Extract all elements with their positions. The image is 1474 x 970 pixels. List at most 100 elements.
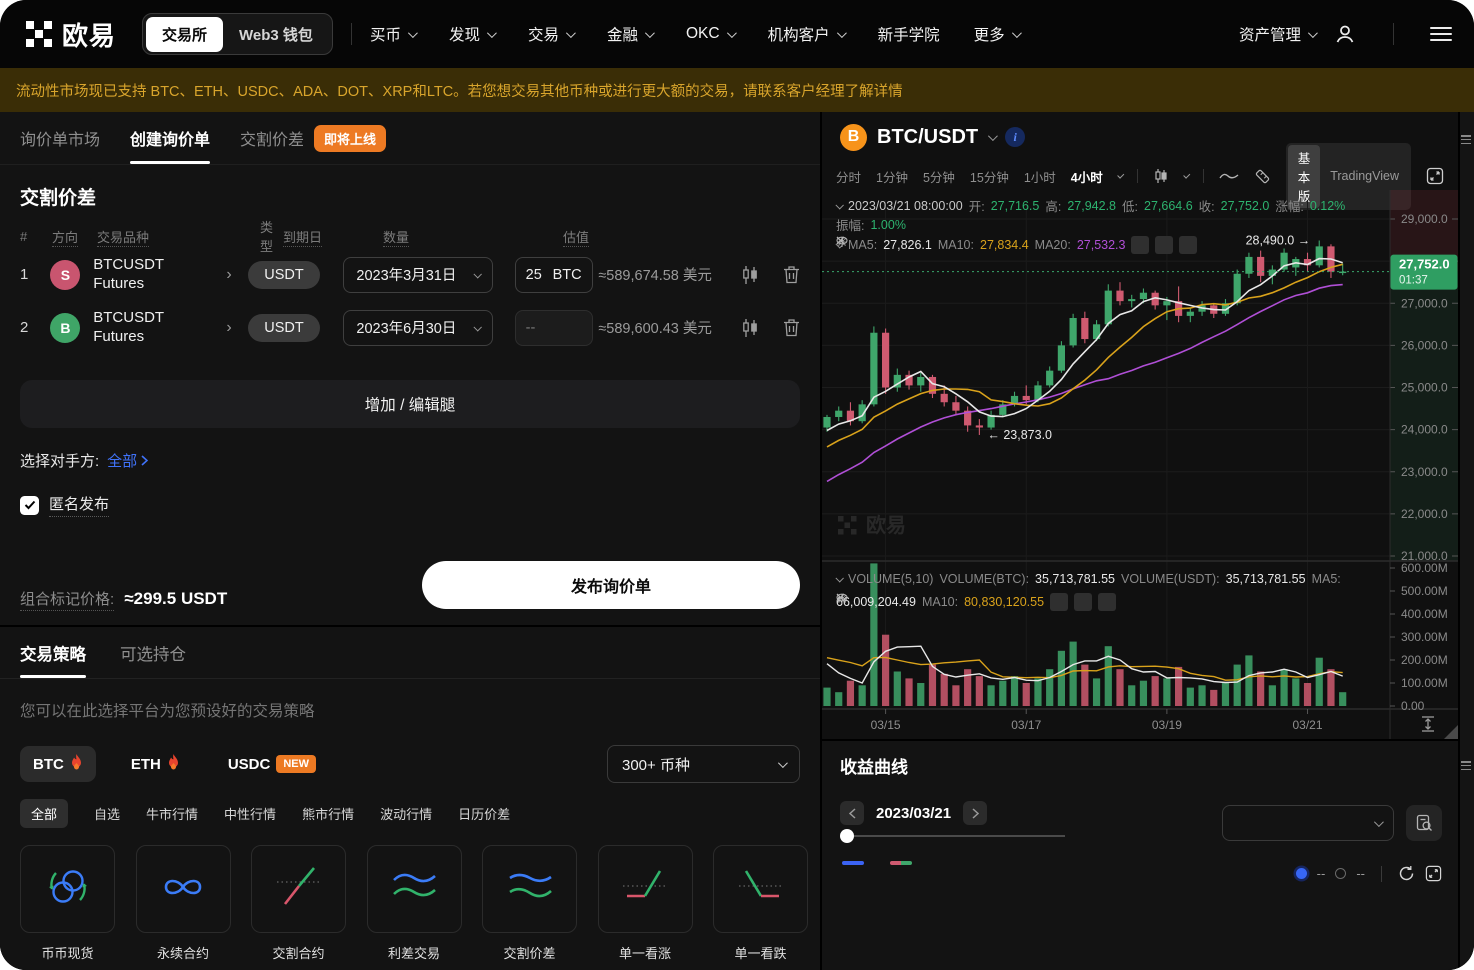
gear-icon[interactable] — [1155, 236, 1173, 254]
timeframe-15分钟[interactable]: 15分钟 — [970, 167, 1009, 186]
counterparty-select[interactable]: 全部 — [107, 450, 148, 471]
expiry-cell: 2023年3月31日 — [343, 257, 514, 293]
type-pill[interactable]: USDT — [248, 261, 319, 289]
drawing-tools-icon[interactable] — [1254, 168, 1271, 185]
chart-canvas[interactable]: 2023/03/21 08:00:00 开:27,716.5 高:27,942.… — [822, 190, 1458, 739]
close-icon[interactable] — [1098, 593, 1116, 611]
type-pill[interactable]: USDT — [248, 314, 319, 342]
timeframe-5分钟[interactable]: 5分钟 — [923, 167, 955, 186]
put-icon — [733, 862, 789, 917]
pnl-series-redgreen[interactable] — [890, 861, 912, 865]
prev-date-button[interactable] — [840, 801, 864, 825]
candle-type-icon[interactable] — [1153, 168, 1169, 184]
filter-chip-4[interactable]: 熊市行情 — [302, 804, 354, 823]
coin-filter-btc[interactable]: BTC — [20, 746, 96, 782]
nav-item-0[interactable]: 买币 — [370, 23, 415, 45]
candle-preview-icon[interactable] — [741, 265, 759, 285]
expiry-dropdown[interactable]: 2023年3月31日 — [343, 257, 493, 293]
chevron-down-icon[interactable] — [1183, 172, 1190, 179]
mode-tab-exchange[interactable]: 交易所 — [146, 17, 223, 52]
nav-item-3[interactable]: 金融 — [607, 23, 652, 45]
info-icon[interactable]: i — [1005, 127, 1025, 147]
ma-legend: MA5:27,826.1 MA10:27,834.4 MA20:27,532.3 — [836, 236, 1197, 254]
filter-chip-3[interactable]: 中性行情 — [224, 804, 276, 823]
filter-chip-5[interactable]: 波动行情 — [380, 804, 432, 823]
radio-selected[interactable] — [1296, 868, 1307, 879]
strategy-tab-0[interactable]: 交易策略 — [20, 627, 86, 678]
filter-chip-1[interactable]: 自选 — [94, 804, 120, 823]
filter-chip-2[interactable]: 牛市行情 — [146, 804, 198, 823]
coin-count-dropdown[interactable]: 300+ 币种 — [607, 745, 800, 783]
line-chart-icon[interactable] — [1219, 170, 1239, 182]
coin-filter-usdc[interactable]: USDCNEW — [215, 747, 329, 781]
collapse-icon[interactable] — [835, 201, 843, 209]
pnl-dropdown[interactable] — [1222, 805, 1394, 841]
nav-item-assets[interactable]: 资产管理 — [1239, 23, 1315, 45]
candlestick-chart[interactable]: 29,000.028,000.027,000.026,000.025,000.0… — [822, 190, 1458, 739]
top-navbar: 欧易 交易所Web3 钱包 买币 发现 交易 金融 OKC 机构客户 新手学院 更多 资产管理 — [0, 0, 1474, 68]
time-slider[interactable] — [840, 829, 1065, 843]
anonymous-checkbox[interactable] — [20, 496, 39, 515]
fullscreen-icon[interactable] — [1426, 167, 1444, 185]
svg-text:01:37: 01:37 — [1399, 275, 1428, 287]
strategy-card-box[interactable] — [251, 845, 346, 933]
nav-item-4[interactable]: OKC — [686, 25, 734, 43]
slider-track[interactable] — [846, 835, 1065, 837]
nav-item-5[interactable]: 机构客户 — [768, 23, 844, 45]
gear-icon[interactable] — [1074, 593, 1092, 611]
nav-item-2[interactable]: 交易 — [528, 23, 573, 45]
open-value: 27,716.5 — [991, 199, 1040, 213]
strategy-card-box[interactable] — [713, 845, 808, 933]
strategy-card-box[interactable] — [482, 845, 577, 933]
mode-tab-web3[interactable]: Web3 钱包 — [223, 17, 329, 52]
delete-leg-icon[interactable] — [783, 265, 800, 285]
eye-icon[interactable] — [1131, 236, 1149, 254]
timeframe-1小时[interactable]: 1小时 — [1024, 167, 1056, 186]
quantity-input[interactable]: 25BTC — [515, 257, 593, 293]
delete-leg-icon[interactable] — [783, 318, 800, 338]
order-search-button[interactable] — [1406, 805, 1442, 841]
close-icon[interactable] — [1179, 236, 1197, 254]
strategy-card-box[interactable] — [367, 845, 462, 933]
svg-text:0.00: 0.00 — [1401, 699, 1425, 713]
strategy-card-box[interactable] — [20, 845, 115, 933]
instrument-expand[interactable]: › — [226, 266, 248, 284]
timeframe-4小时[interactable]: 4小时 — [1071, 167, 1103, 186]
timeframe-1分钟[interactable]: 1分钟 — [876, 167, 908, 186]
filter-chip-6[interactable]: 日历价差 — [458, 804, 510, 823]
rfq-tab-0[interactable]: 询价单市场 — [20, 112, 100, 164]
strategy-card-box[interactable] — [136, 845, 231, 933]
pnl-series-blue[interactable] — [842, 861, 864, 865]
view-tab-1[interactable]: TradingView — [1320, 166, 1409, 186]
radio-unselected[interactable] — [1335, 868, 1346, 879]
slider-handle[interactable] — [840, 829, 854, 843]
refresh-icon[interactable] — [1398, 865, 1415, 882]
chart-menu-icon[interactable] — [1461, 135, 1471, 144]
rfq-tab-2[interactable]: 交割价差即将上线 — [240, 112, 386, 164]
strategy-tab-1[interactable]: 可选持仓 — [120, 627, 186, 678]
eye-icon[interactable] — [1050, 593, 1068, 611]
publish-rfq-button[interactable]: 发布询价单 — [422, 561, 800, 609]
pnl-menu-icon[interactable] — [1461, 761, 1471, 770]
collapse-icon[interactable] — [835, 574, 843, 582]
brand[interactable]: 欧易 — [26, 16, 116, 53]
next-date-button[interactable] — [963, 801, 987, 825]
quantity-input[interactable]: -- — [515, 310, 593, 346]
add-leg-button[interactable]: 增加 / 编辑腿 — [20, 380, 800, 428]
coin-filter-eth[interactable]: ETH — [118, 746, 193, 782]
nav-item-7[interactable]: 更多 — [974, 23, 1019, 45]
instrument-expand[interactable]: › — [226, 319, 248, 337]
hamburger-menu-icon[interactable] — [1430, 26, 1452, 42]
nav-item-1[interactable]: 发现 — [449, 23, 494, 45]
filter-chip-0[interactable]: 全部 — [20, 799, 68, 828]
strategy-card-box[interactable] — [598, 845, 693, 933]
user-icon[interactable] — [1333, 22, 1357, 46]
timeframe-分时[interactable]: 分时 — [836, 167, 861, 186]
chevron-down-icon[interactable] — [1117, 172, 1124, 179]
candle-preview-icon[interactable] — [741, 318, 759, 338]
expiry-dropdown[interactable]: 2023年6月30日 — [343, 310, 493, 346]
rfq-tab-1[interactable]: 创建询价单 — [130, 112, 210, 164]
nav-item-6[interactable]: 新手学院 — [878, 23, 940, 45]
expand-icon[interactable] — [1425, 865, 1442, 882]
chevron-down-icon[interactable] — [988, 131, 998, 141]
